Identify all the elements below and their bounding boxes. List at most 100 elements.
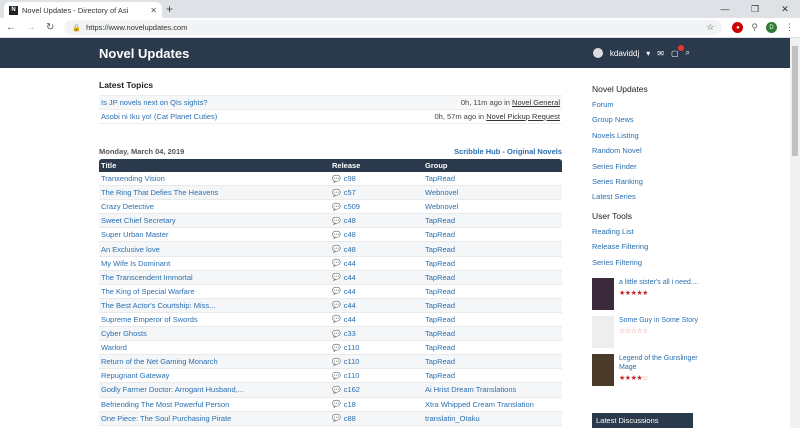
- series-title-link[interactable]: Cyber Ghosts: [99, 329, 332, 338]
- comment-bubble-icon[interactable]: 💬: [332, 259, 341, 267]
- comment-bubble-icon[interactable]: 💬: [332, 344, 341, 352]
- mail-icon[interactable]: ✉: [657, 49, 664, 58]
- release-link[interactable]: c162: [344, 385, 360, 394]
- group-link[interactable]: TapRead: [425, 357, 562, 366]
- series-title-link[interactable]: The Transcendent Immortal: [99, 273, 332, 282]
- comment-bubble-icon[interactable]: 💬: [332, 315, 341, 323]
- user-tool-link[interactable]: Series Filtering: [592, 255, 702, 270]
- series-title-link[interactable]: One Piece: The Soul Purchasing Pirate: [99, 414, 332, 423]
- release-link[interactable]: c44: [344, 273, 356, 282]
- release-link[interactable]: c48: [344, 230, 356, 239]
- series-title-link[interactable]: My Wife Is Dominant: [99, 259, 332, 268]
- sidebar-link[interactable]: Latest Series: [592, 189, 702, 204]
- group-link[interactable]: TapRead: [425, 287, 562, 296]
- search-icon[interactable]: ⌕: [686, 48, 690, 58]
- series-title-link[interactable]: Super Urban Master: [99, 230, 332, 239]
- release-link[interactable]: c110: [344, 343, 360, 352]
- series-title-link[interactable]: Supreme Emperor of Swords: [99, 315, 332, 324]
- series-title-link[interactable]: Befriending The Most Powerful Person: [99, 400, 332, 409]
- comment-bubble-icon[interactable]: 💬: [332, 231, 341, 239]
- user-tool-link[interactable]: Reading List: [592, 224, 702, 239]
- sidebar-link[interactable]: Group News: [592, 112, 702, 127]
- group-link[interactable]: TapRead: [425, 245, 562, 254]
- comment-bubble-icon[interactable]: 💬: [332, 203, 341, 211]
- comment-bubble-icon[interactable]: 💬: [332, 301, 341, 309]
- sidebar-link[interactable]: Forum: [592, 97, 702, 112]
- comment-bubble-icon[interactable]: 💬: [332, 414, 341, 422]
- release-link[interactable]: c44: [344, 287, 356, 296]
- new-tab-icon[interactable]: +: [166, 2, 173, 16]
- extension-icon[interactable]: ●: [732, 22, 744, 33]
- release-link[interactable]: c44: [344, 301, 356, 310]
- comment-bubble-icon[interactable]: 💬: [332, 287, 341, 295]
- user-avatar[interactable]: [592, 48, 603, 58]
- comment-bubble-icon[interactable]: 💬: [332, 273, 341, 281]
- series-title-link[interactable]: Godly Farmer Doctor: Arrogant Husband,..…: [99, 385, 332, 394]
- release-link[interactable]: c33: [344, 329, 356, 338]
- series-title-link[interactable]: Crazy Detective: [99, 202, 332, 211]
- group-link[interactable]: TapRead: [425, 343, 562, 352]
- series-title-link[interactable]: Sweet Chief Secretary: [99, 216, 332, 225]
- series-title-link[interactable]: Warlord: [99, 343, 332, 352]
- username[interactable]: kdaviddj: [610, 49, 639, 58]
- sidebar-link[interactable]: Novels Listing: [592, 128, 702, 143]
- release-link[interactable]: c48: [344, 245, 356, 254]
- comment-bubble-icon[interactable]: 💬: [332, 372, 341, 380]
- user-dropdown-icon[interactable]: ▾: [646, 49, 650, 58]
- novel-cover-image[interactable]: [592, 315, 614, 348]
- group-link[interactable]: TapRead: [425, 216, 562, 225]
- novel-cover-image[interactable]: [592, 353, 614, 386]
- scrollbar-thumb[interactable]: [792, 46, 798, 156]
- minimize-icon[interactable]: —: [710, 0, 740, 18]
- release-link[interactable]: c110: [344, 371, 360, 380]
- url-bar[interactable]: 🔒 https://www.novelupdates.com ☆: [64, 20, 723, 35]
- group-link[interactable]: translatin_Otaku: [425, 414, 562, 423]
- novel-title-link[interactable]: Legend of the Gunslinger Mage: [619, 354, 702, 372]
- bookmark-star-icon[interactable]: ☆: [706, 22, 714, 33]
- profile-avatar[interactable]: D: [766, 22, 777, 33]
- site-brand[interactable]: Novel Updates: [99, 46, 189, 61]
- reload-icon[interactable]: ↻: [46, 22, 54, 33]
- group-link[interactable]: TapRead: [425, 371, 562, 380]
- sidebar-link[interactable]: Series Ranking: [592, 174, 702, 189]
- group-link[interactable]: TapRead: [425, 174, 562, 183]
- group-link[interactable]: Webnovel: [425, 188, 562, 197]
- topic-link[interactable]: Asobi ni Iku yo! (Cat Planet Cuties): [101, 112, 217, 121]
- user-tool-link[interactable]: Release Filtering: [592, 239, 702, 254]
- topic-forum-link[interactable]: Novel Pickup Request: [486, 112, 560, 121]
- topic-link[interactable]: Is JP novels next on QIs sights?: [101, 98, 208, 107]
- release-source-link[interactable]: Scribble Hub - Original Novels: [454, 147, 562, 156]
- series-title-link[interactable]: The Ring That Defies The Heavens: [99, 188, 332, 197]
- comment-bubble-icon[interactable]: 💬: [332, 358, 341, 366]
- series-title-link[interactable]: Repugnant Gateway: [99, 371, 332, 380]
- forward-icon[interactable]: →: [26, 22, 36, 33]
- release-link[interactable]: c44: [344, 259, 356, 268]
- series-title-link[interactable]: The King of Special Warfare: [99, 287, 332, 296]
- series-title-link[interactable]: Tranxending Vision: [99, 174, 332, 183]
- release-link[interactable]: c18: [344, 400, 356, 409]
- maximize-icon[interactable]: ❐: [740, 0, 770, 18]
- comment-bubble-icon[interactable]: 💬: [332, 330, 341, 338]
- release-link[interactable]: c48: [344, 216, 356, 225]
- sidebar-link[interactable]: Random Novel: [592, 143, 702, 158]
- comment-bubble-icon[interactable]: 💬: [332, 245, 341, 253]
- release-link[interactable]: c88: [344, 414, 356, 423]
- series-title-link[interactable]: The Best Actor's Courtship: Miss...: [99, 301, 332, 310]
- comment-bubble-icon[interactable]: 💬: [332, 189, 341, 197]
- release-link[interactable]: c44: [344, 315, 356, 324]
- topic-forum-link[interactable]: Novel General: [512, 98, 560, 107]
- comment-bubble-icon[interactable]: 💬: [332, 400, 341, 408]
- group-link[interactable]: TapRead: [425, 230, 562, 239]
- series-title-link[interactable]: An Exclusive love: [99, 245, 332, 254]
- comment-bubble-icon[interactable]: 💬: [332, 217, 341, 225]
- comment-bubble-icon[interactable]: 💬: [332, 386, 341, 394]
- group-link[interactable]: TapRead: [425, 315, 562, 324]
- close-tab-icon[interactable]: ✕: [150, 6, 157, 15]
- group-link[interactable]: Ai Hrist Dream Translations: [425, 385, 562, 394]
- release-link[interactable]: c509: [344, 202, 360, 211]
- group-link[interactable]: Webnovel: [425, 202, 562, 211]
- notification-icon[interactable]: ▢: [671, 44, 684, 58]
- comment-bubble-icon[interactable]: 💬: [332, 175, 341, 183]
- extension-bike-icon[interactable]: ⚲: [751, 22, 758, 33]
- group-link[interactable]: TapRead: [425, 259, 562, 268]
